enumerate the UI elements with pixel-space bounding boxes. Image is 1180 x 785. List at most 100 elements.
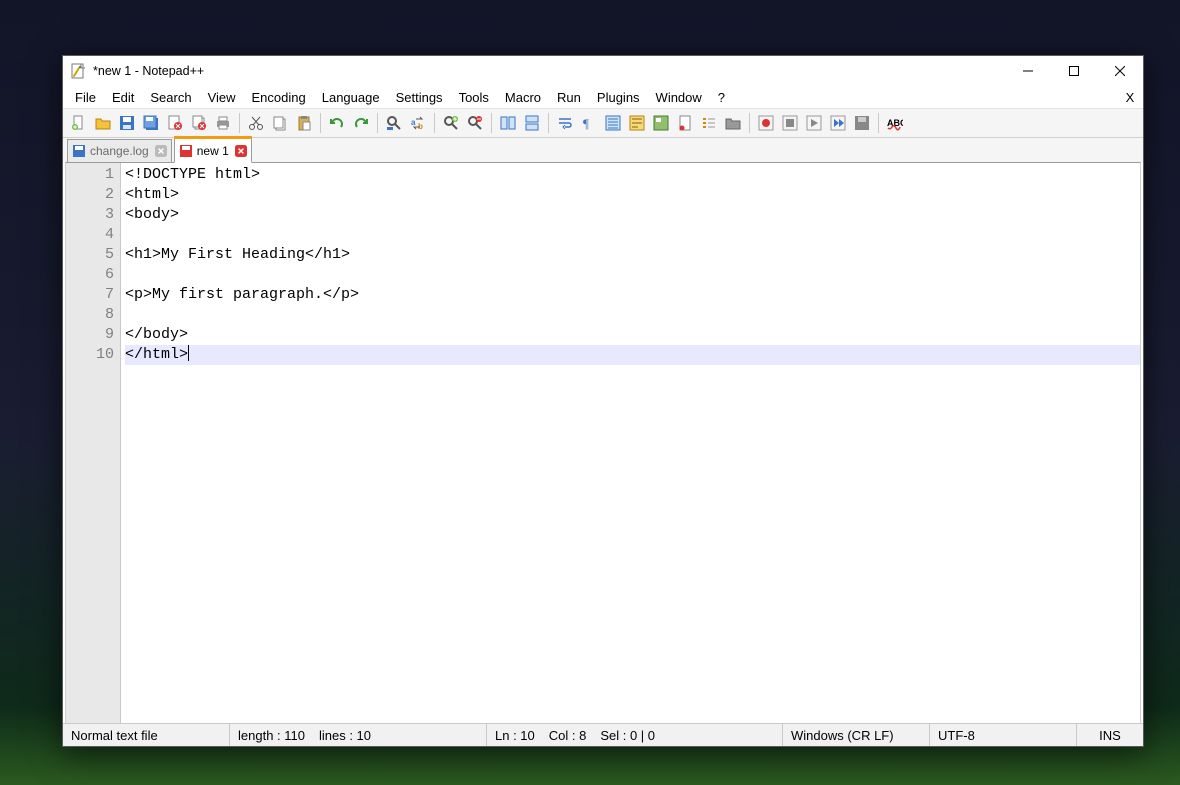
sync-v-icon[interactable] (497, 112, 519, 134)
toolbar-separator (749, 113, 750, 133)
tab-new-1[interactable]: new 1 (174, 138, 252, 163)
doc-list-icon[interactable] (674, 112, 696, 134)
code-line[interactable]: <h1>My First Heading</h1> (125, 245, 1140, 265)
line-number: 5 (66, 245, 114, 265)
line-number-gutter: 12345678910 (66, 163, 121, 723)
menu-window[interactable]: Window (648, 88, 710, 107)
menu-search[interactable]: Search (142, 88, 199, 107)
line-number: 2 (66, 185, 114, 205)
undo-icon[interactable] (326, 112, 348, 134)
tab-label: change.log (90, 144, 149, 158)
close-all-icon[interactable] (188, 112, 210, 134)
func-list-icon[interactable] (698, 112, 720, 134)
menu-macro[interactable]: Macro (497, 88, 549, 107)
status-sel: Sel : 0 | 0 (600, 728, 655, 743)
close-button[interactable] (1097, 56, 1143, 86)
redo-icon[interactable] (350, 112, 372, 134)
code-line[interactable]: <!DOCTYPE html> (125, 165, 1140, 185)
tab-close-x[interactable]: X (1121, 90, 1139, 105)
menu-plugins[interactable]: Plugins (589, 88, 648, 107)
tab-close-icon[interactable] (155, 145, 167, 157)
spell-check-icon[interactable]: ABC (884, 112, 906, 134)
print-icon[interactable] (212, 112, 234, 134)
svg-text:a: a (411, 118, 416, 127)
status-ins: INS (1077, 724, 1143, 746)
window-title: *new 1 - Notepad++ (93, 64, 204, 78)
minimize-button[interactable] (1005, 56, 1051, 86)
menu-help[interactable]: ? (710, 88, 733, 107)
menu-tools[interactable]: Tools (451, 88, 497, 107)
maximize-button[interactable] (1051, 56, 1097, 86)
save-icon[interactable] (116, 112, 138, 134)
udl-icon[interactable] (626, 112, 648, 134)
toolbar-separator (434, 113, 435, 133)
doc-map-icon[interactable] (650, 112, 672, 134)
cut-icon[interactable] (245, 112, 267, 134)
line-number: 8 (66, 305, 114, 325)
save-all-icon[interactable] (140, 112, 162, 134)
code-line[interactable]: </body> (125, 325, 1140, 345)
all-chars-icon[interactable]: ¶ (578, 112, 600, 134)
indent-guide-icon[interactable] (602, 112, 624, 134)
line-number: 4 (66, 225, 114, 245)
play-macro-icon[interactable] (803, 112, 825, 134)
status-encoding: UTF-8 (930, 724, 1077, 746)
save-macro-icon[interactable] (851, 112, 873, 134)
tab-change-log[interactable]: change.log (67, 139, 172, 162)
code-line[interactable] (125, 265, 1140, 285)
paste-icon[interactable] (293, 112, 315, 134)
folder-icon[interactable] (722, 112, 744, 134)
desktop-background: *new 1 - Notepad++ File Edit Search View… (0, 0, 1180, 785)
record-macro-icon[interactable] (755, 112, 777, 134)
menu-bar: File Edit Search View Encoding Language … (63, 86, 1143, 108)
zoom-out-icon[interactable] (464, 112, 486, 134)
menu-language[interactable]: Language (314, 88, 388, 107)
stop-macro-icon[interactable] (779, 112, 801, 134)
new-file-icon[interactable] (68, 112, 90, 134)
status-ln: Ln : 10 (495, 728, 535, 743)
menu-encoding[interactable]: Encoding (244, 88, 314, 107)
status-position: Ln : 10 Col : 8 Sel : 0 | 0 (487, 724, 783, 746)
toolbar-separator (239, 113, 240, 133)
toolbar: ab ¶ ABC (63, 108, 1143, 138)
code-line[interactable]: </html> (125, 345, 1140, 365)
unsaved-icon (179, 144, 193, 158)
status-col: Col : 8 (549, 728, 587, 743)
status-bar: Normal text file length : 110 lines : 10… (63, 723, 1143, 746)
play-multi-icon[interactable] (827, 112, 849, 134)
menu-view[interactable]: View (200, 88, 244, 107)
text-caret (188, 345, 189, 361)
close-icon[interactable] (164, 112, 186, 134)
code-line[interactable] (125, 225, 1140, 245)
toolbar-separator (548, 113, 549, 133)
menu-run[interactable]: Run (549, 88, 589, 107)
zoom-in-icon[interactable] (440, 112, 462, 134)
replace-icon[interactable]: ab (407, 112, 429, 134)
line-number: 6 (66, 265, 114, 285)
word-wrap-icon[interactable] (554, 112, 576, 134)
code-line[interactable]: <p>My first paragraph.</p> (125, 285, 1140, 305)
line-number: 1 (66, 165, 114, 185)
app-icon (71, 63, 87, 79)
find-icon[interactable] (383, 112, 405, 134)
code-line[interactable] (125, 305, 1140, 325)
menu-file[interactable]: File (67, 88, 104, 107)
open-file-icon[interactable] (92, 112, 114, 134)
editor[interactable]: 12345678910 <!DOCTYPE html><html><body><… (65, 162, 1141, 723)
code-line[interactable]: <body> (125, 205, 1140, 225)
menu-settings[interactable]: Settings (388, 88, 451, 107)
line-number: 9 (66, 325, 114, 345)
tab-close-icon[interactable] (235, 145, 247, 157)
copy-icon[interactable] (269, 112, 291, 134)
sync-h-icon[interactable] (521, 112, 543, 134)
status-length: length : 110 lines : 10 (230, 724, 487, 746)
app-window: *new 1 - Notepad++ File Edit Search View… (62, 55, 1144, 747)
menu-edit[interactable]: Edit (104, 88, 142, 107)
toolbar-separator (878, 113, 879, 133)
tab-label: new 1 (197, 144, 229, 158)
toolbar-separator (491, 113, 492, 133)
code-area[interactable]: <!DOCTYPE html><html><body> <h1>My First … (121, 163, 1140, 723)
code-line[interactable]: <html> (125, 185, 1140, 205)
status-eol: Windows (CR LF) (783, 724, 930, 746)
title-bar[interactable]: *new 1 - Notepad++ (63, 56, 1143, 86)
